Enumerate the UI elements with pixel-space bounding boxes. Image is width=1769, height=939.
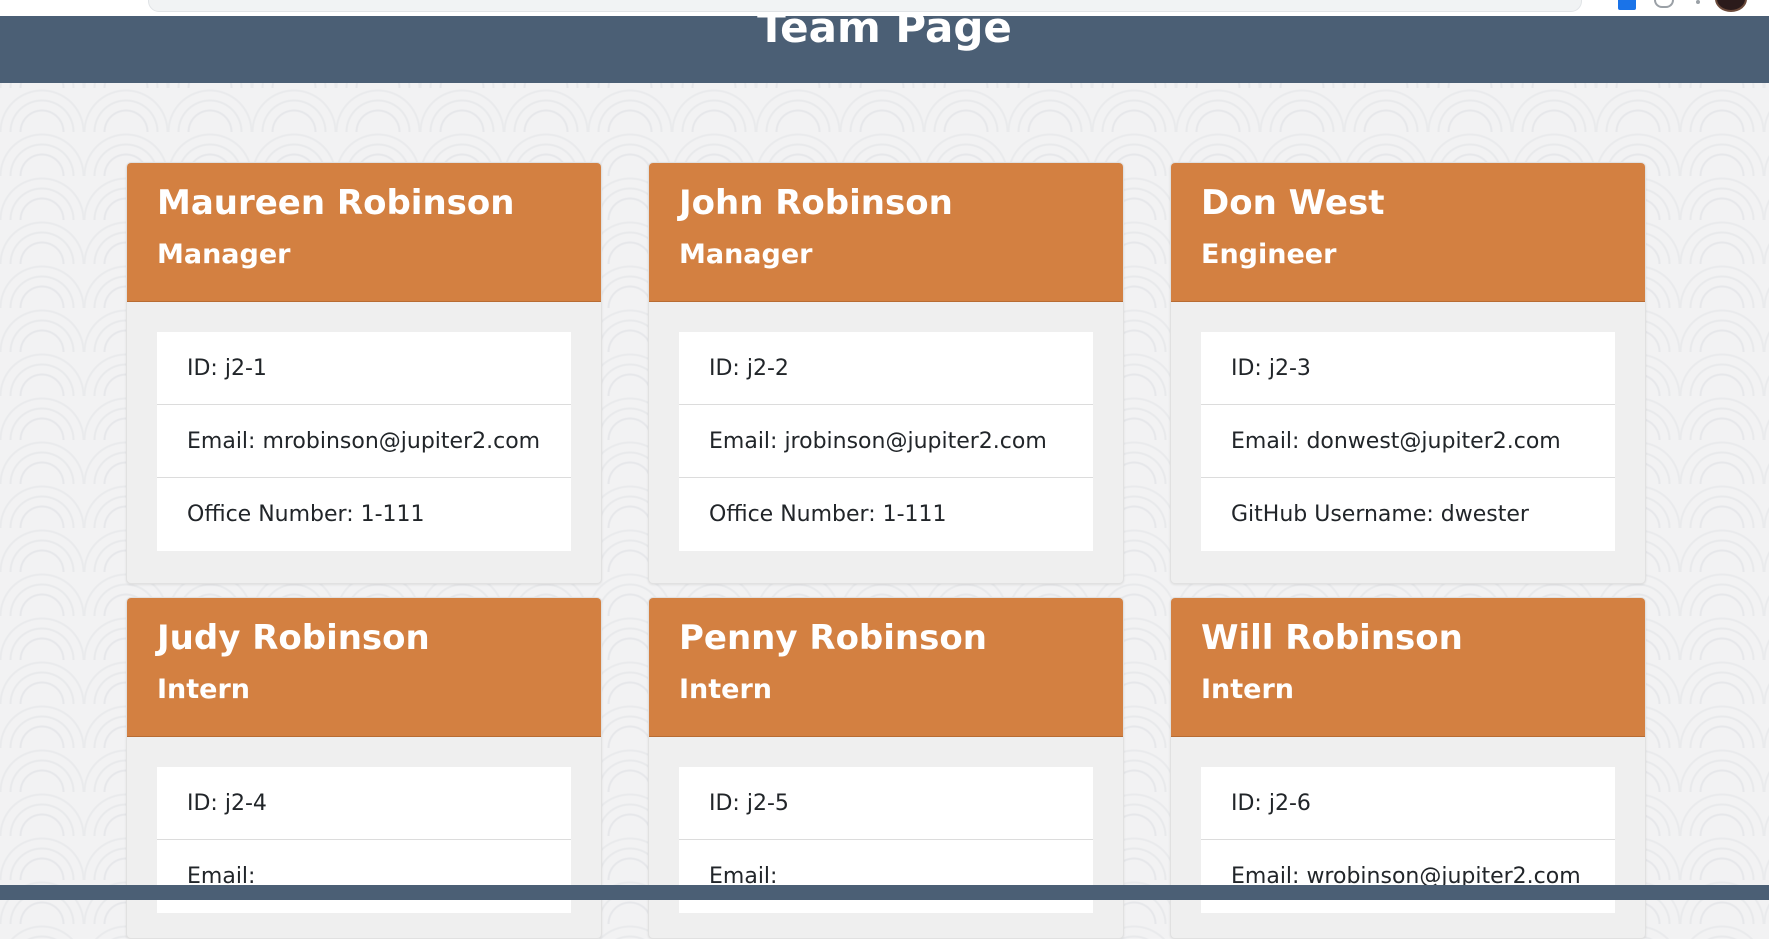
employee-email[interactable]: Email: [157, 840, 571, 913]
employee-name: Will Robinson [1201, 618, 1463, 658]
card-header: Penny Robinson Intern [649, 598, 1123, 737]
browser-toolbar [0, 0, 1769, 16]
employee-card: Don West Engineer ID: j2-3 Email: donwes… [1170, 162, 1646, 584]
bottom-bar [0, 885, 1769, 900]
employee-id: ID: j2-2 [679, 332, 1093, 405]
card-header: John Robinson Manager [649, 163, 1123, 302]
info-list: ID: j2-2 Email: jrobinson@jupiter2.com O… [679, 332, 1093, 551]
employee-name: John Robinson [679, 183, 953, 223]
card-header: Will Robinson Intern [1171, 598, 1645, 737]
employee-card: John Robinson Manager ID: j2-2 Email: jr… [648, 162, 1124, 584]
card-body: ID: j2-1 Email: mrobinson@jupiter2.com O… [127, 302, 601, 581]
employee-email[interactable]: Email: wrobinson@jupiter2.com [1201, 840, 1615, 913]
employee-id: ID: j2-1 [157, 332, 571, 405]
employee-role: Intern [1201, 674, 1295, 705]
page-header: Team Page [0, 16, 1769, 83]
employee-name: Judy Robinson [157, 618, 430, 658]
extension-icon[interactable] [1618, 0, 1636, 10]
card-body: ID: j2-5 Email: [649, 737, 1123, 938]
avatar[interactable] [1715, 0, 1747, 12]
employee-office-number: Office Number: 1-111 [709, 502, 947, 527]
employee-email[interactable]: Email: mrobinson@jupiter2.com [157, 405, 571, 478]
employee-role: Intern [679, 674, 773, 705]
card-header: Don West Engineer [1171, 163, 1645, 302]
menu-dot-icon[interactable] [1696, 0, 1700, 4]
employee-name: Penny Robinson [679, 618, 987, 658]
employee-role: Manager [679, 239, 813, 270]
extension-puzzle-icon[interactable] [1654, 0, 1674, 8]
employee-id: ID: j2-3 [1201, 332, 1615, 405]
employee-office-number: Office Number: 1-111 [187, 502, 425, 527]
employee-role: Intern [157, 674, 251, 705]
employee-email[interactable]: Email: jrobinson@jupiter2.com [679, 405, 1093, 478]
employee-id: ID: j2-6 [1201, 767, 1615, 840]
employee-email[interactable]: Email: donwest@jupiter2.com [1201, 405, 1615, 478]
card-body: ID: j2-2 Email: jrobinson@jupiter2.com O… [649, 302, 1123, 581]
employee-name: Don West [1201, 183, 1385, 223]
card-header: Judy Robinson Intern [127, 598, 601, 737]
card-body: ID: j2-3 Email: donwest@jupiter2.com Git… [1171, 302, 1645, 581]
employee-id: ID: j2-5 [679, 767, 1093, 840]
address-bar[interactable] [148, 0, 1582, 12]
employee-id: ID: j2-4 [157, 767, 571, 840]
card-body: ID: j2-6 Email: wrobinson@jupiter2.com [1171, 737, 1645, 938]
employee-email[interactable]: Email: [679, 840, 1093, 913]
employee-card: Maureen Robinson Manager ID: j2-1 Email:… [126, 162, 602, 584]
employee-name: Maureen Robinson [157, 183, 515, 223]
page-title: Team Page [757, 16, 1012, 52]
employee-github[interactable]: GitHub Username: dwester [1201, 478, 1615, 551]
card-header: Maureen Robinson Manager [127, 163, 601, 302]
info-list: ID: j2-1 Email: mrobinson@jupiter2.com O… [157, 332, 571, 551]
employee-role: Manager [157, 239, 291, 270]
info-list: ID: j2-3 Email: donwest@jupiter2.com Git… [1201, 332, 1615, 551]
employee-role: Engineer [1201, 239, 1337, 270]
card-body: ID: j2-4 Email: [127, 737, 601, 938]
